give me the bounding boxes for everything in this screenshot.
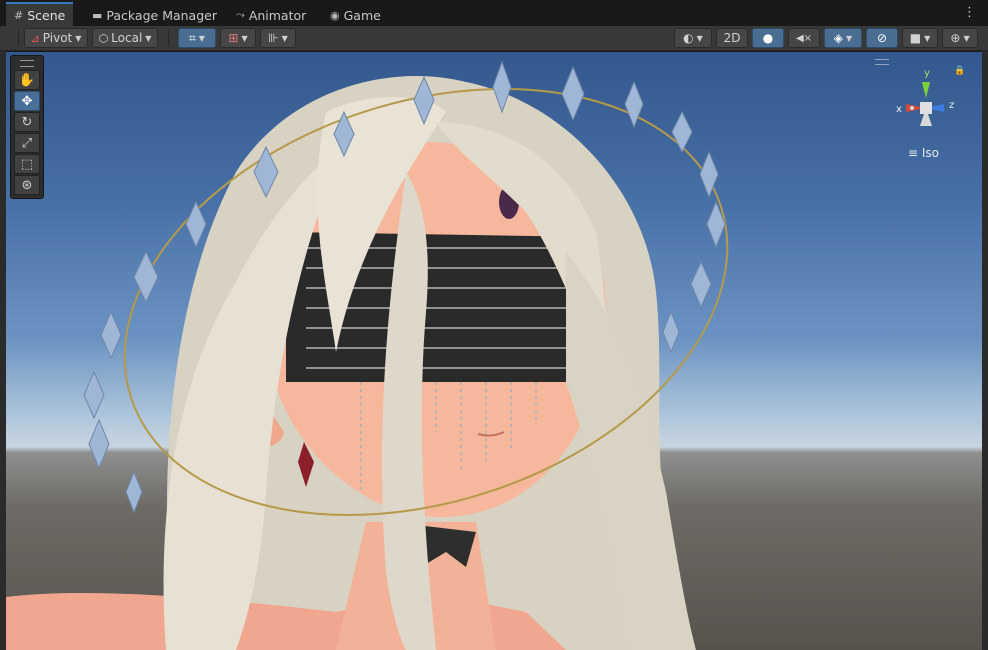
gizmo-y-label: y: [924, 68, 930, 79]
scene-visibility-toggle[interactable]: ⊘: [866, 28, 898, 48]
chevron-down-icon: ▼: [696, 33, 703, 43]
tab-animator[interactable]: ⤳ Animator: [228, 4, 314, 26]
gizmo-x-label: x: [896, 104, 902, 115]
gizmos-dropdown[interactable]: ⊕ ▼: [942, 28, 978, 48]
tab-game[interactable]: ◉ Game: [322, 4, 389, 26]
move-arrows-icon: ✥: [21, 93, 33, 109]
grid-snap-icon: ⌗: [189, 30, 196, 45]
increment-snap-button[interactable]: ⊞ ▼: [220, 28, 256, 48]
chevron-down-icon: ▼: [241, 33, 248, 43]
local-dropdown[interactable]: ⬡ Local ▼: [92, 28, 158, 48]
chevron-down-icon: ▼: [75, 33, 82, 43]
draw-mode-dropdown[interactable]: ◐ ▼: [674, 28, 712, 48]
shaded-sphere-icon: ◐: [683, 31, 694, 45]
2d-label: 2D: [723, 31, 741, 45]
lighting-toggle[interactable]: ●: [752, 28, 784, 48]
hand-tool-button[interactable]: ✋: [14, 70, 40, 90]
tab-scene-label: Scene: [27, 7, 66, 23]
rotate-icon: ↻: [21, 114, 33, 130]
more-options-icon[interactable]: ⋮: [963, 5, 976, 20]
audio-muted-icon: ◀×: [795, 32, 813, 44]
package-icon: ▬: [92, 8, 103, 22]
hamburger-icon: ≡: [908, 146, 919, 160]
gizmo-z-label: z: [949, 100, 954, 111]
globe-icon: ⊕: [950, 31, 961, 45]
scene-toolbar: ⊿ Pivot ▼ ⬡ Local ▼ ⌗ ▼ ⊞ ▼ ⊪ ▼ ◐ ▼ 2D ●…: [0, 26, 988, 51]
pivot-dropdown[interactable]: ⊿ Pivot ▼: [24, 28, 88, 48]
grid-icon: #: [14, 8, 24, 22]
effects-dropdown[interactable]: ◈ ▼: [824, 28, 862, 48]
local-label: Local: [111, 31, 143, 45]
tool-palette-grip[interactable]: [20, 60, 34, 67]
camera-icon: ■: [909, 31, 922, 45]
scene-viewport[interactable]: ✋ ✥ ↻ ⤢ ⬚ ⊛ 🔒 y x z ≡ Iso: [6, 52, 982, 650]
projection-toggle[interactable]: ≡ Iso: [908, 146, 939, 160]
chevron-down-icon: ▼: [145, 33, 152, 43]
tool-palette: ✋ ✥ ↻ ⤢ ⬚ ⊛: [10, 55, 44, 199]
tab-package-manager[interactable]: ▬ Package Manager: [84, 4, 225, 26]
move-tool-button[interactable]: ✥: [14, 91, 40, 111]
gizmo-center-cube: [920, 102, 932, 114]
viewport-right-border: [982, 51, 988, 650]
pivot-label: Pivot: [42, 31, 73, 45]
chevron-down-icon: ▼: [846, 33, 853, 43]
tab-scene[interactable]: # Scene: [6, 2, 74, 26]
rotate-tool-button[interactable]: ↻: [14, 112, 40, 132]
toolbar-separator: [168, 30, 169, 46]
layers-icon: ◈: [833, 31, 844, 45]
gamepad-icon: ◉: [330, 8, 340, 22]
hand-icon: ✋: [18, 72, 36, 88]
projection-label: Iso: [921, 146, 940, 160]
2d-mode-toggle[interactable]: 2D: [716, 28, 748, 48]
chevron-down-icon: ▼: [924, 33, 931, 43]
camera-dropdown[interactable]: ■ ▼: [902, 28, 938, 48]
pivot-icon: ⊿: [30, 31, 40, 45]
scene-render: [6, 60, 729, 650]
dock-tab-bar: # Scene ▬ Package Manager ⤳ Animator ◉ G…: [0, 0, 988, 26]
rect-tool-button[interactable]: ⬚: [14, 154, 40, 174]
animator-icon: ⤳: [236, 8, 245, 21]
ruler-icon: ⊪: [268, 31, 279, 45]
ruler-snap-button[interactable]: ⊪ ▼: [260, 28, 296, 48]
cube-icon: ⬡: [98, 31, 109, 45]
tab-animator-label: Animator: [248, 7, 307, 23]
transform-tool-button[interactable]: ⊛: [14, 175, 40, 195]
scale-icon: ⤢: [21, 135, 33, 151]
lightbulb-icon: ●: [762, 31, 774, 45]
orientation-gizmo[interactable]: y x z: [886, 60, 966, 160]
scale-tool-button[interactable]: ⤢: [14, 133, 40, 153]
chevron-down-icon: ▼: [198, 33, 205, 43]
transform-icon: ⊛: [21, 177, 33, 193]
tab-game-label: Game: [343, 7, 381, 23]
grid-increment-icon: ⊞: [228, 31, 239, 45]
gizmo-y-axis: [922, 82, 930, 98]
toolbar-separator: [18, 30, 19, 46]
chevron-down-icon: ▼: [963, 33, 970, 43]
rect-transform-icon: ⬚: [20, 156, 34, 172]
audio-toggle[interactable]: ◀×: [788, 28, 820, 48]
eye-hidden-icon: ⊘: [876, 31, 888, 45]
chevron-down-icon: ▼: [281, 33, 288, 43]
grid-snapping-toggle[interactable]: ⌗ ▼: [178, 28, 216, 48]
tab-package-manager-label: Package Manager: [106, 7, 217, 23]
